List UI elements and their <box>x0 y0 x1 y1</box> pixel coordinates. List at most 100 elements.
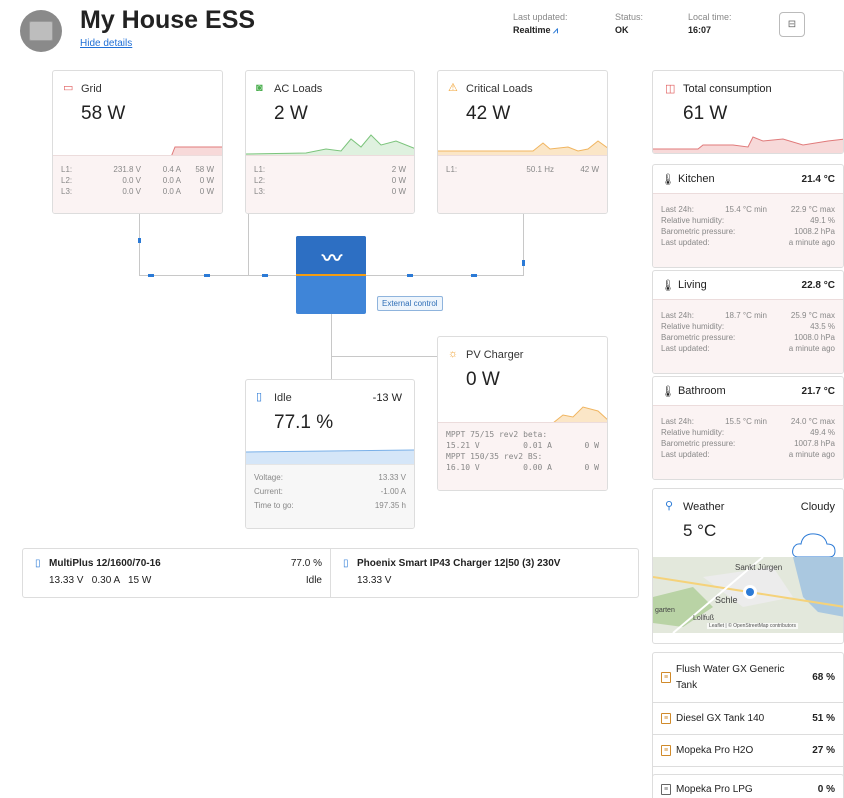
tank-item[interactable]: ≡ Mopeka Pro H2O 27 % <box>653 735 843 767</box>
weather-title: Weather <box>683 501 725 513</box>
pv-details: MPPT 75/15 rev2 beta: 15.21 V 0.01 A0 W M… <box>438 422 607 490</box>
tank-name: Mopeka Pro LPG <box>676 783 753 795</box>
battery-details: Voltage: 13.33 V Current: -1.00 A Time to … <box>246 464 414 528</box>
weather-condition: Cloudy <box>800 501 835 513</box>
critical-loads-title: Critical Loads <box>466 83 533 95</box>
pv-charger-title: PV Charger <box>466 349 524 361</box>
ac-loads-details: L1: 2 W L2: 0 W L3: 0 W <box>246 155 414 213</box>
tank-name: Flush Water GX Generic Tank <box>676 663 785 691</box>
device-values: 13.33 V 0.30 A 15 W <box>49 575 152 586</box>
ac-loads-card[interactable]: ◙ AC Loads 2 W L1: 2 W L2: 0 W L3: 0 W <box>245 70 415 214</box>
device-values: 13.33 V <box>357 575 392 586</box>
total-sparkline <box>653 136 843 153</box>
thermometer-icon: 🌡︎ <box>661 173 675 186</box>
tank-level: 27 % <box>812 745 835 756</box>
grid-details: L1: 231.8 V 0.4 A 58 W L2: 0.0 V 0.0 A0 W L3:… <box>53 155 222 213</box>
tank-icon: ≡ <box>661 713 671 724</box>
tank-icon: ≡ <box>661 783 671 795</box>
map-label: Sankt Jürgen <box>735 563 783 572</box>
status: Status: OK <box>615 12 643 35</box>
battery-icon: ▯ <box>256 391 263 403</box>
grid-icon: ▭ <box>63 82 74 94</box>
tank-name: Diesel GX Tank 140 <box>676 713 765 724</box>
toggle-icon: ⊟ <box>787 19 797 30</box>
sensor-temp: 21.7 °C <box>801 385 835 397</box>
critical-loads-value: 42 W <box>466 103 511 124</box>
ac-loads-sparkline <box>246 134 414 157</box>
local-time-label: Local time: <box>688 12 732 22</box>
critical-loads-details: L1: 50.1 Hz 42 W <box>438 155 607 213</box>
sensor-details: Last 24h: 15.5 °C min 24.0 °C max Relative… <box>653 405 843 479</box>
pv-sparkline <box>438 406 607 425</box>
weather-map[interactable]: Sankt Jürgen Schle Lollfuß garten Leafle… <box>653 557 843 633</box>
device-soc: 77.0 % <box>290 558 322 569</box>
weather-card[interactable]: ⚲ Weather Cloudy 5 °C Sankt Jürgen Schle… <box>652 488 844 644</box>
battery-power: -13 W <box>372 392 402 404</box>
last-updated-value: Realtime <box>513 25 551 35</box>
sensor-details: Last 24h: 18.7 °C min 25.9 °C max Relative… <box>653 299 843 373</box>
pv-charger-value: 0 W <box>466 369 500 390</box>
tank-item[interactable]: ≡ Mopeka Pro LPG 0 % <box>652 774 844 798</box>
device-multiplus[interactable]: ▯ MultiPlus 12/1600/70-16 77.0 % 13.33 V… <box>23 549 331 597</box>
battery-soc: 77.1 % <box>274 412 334 433</box>
ac-loads-value: 2 W <box>274 103 308 124</box>
grid-value: 58 W <box>81 103 126 124</box>
status-value: OK <box>615 25 629 35</box>
critical-loads-card[interactable]: ⚠ Critical Loads 42 W L1: 50.1 Hz 42 W <box>437 70 608 214</box>
devices-panel: ▯ MultiPlus 12/1600/70-16 77.0 % 13.33 V… <box>22 548 639 598</box>
thermometer-icon: 🌡︎ <box>661 279 675 292</box>
location-pin-icon: ⚲ <box>665 500 674 512</box>
grid-title: Grid <box>81 83 102 95</box>
sensor-temp: 21.4 °C <box>801 173 835 185</box>
tank-item[interactable]: ≡ Diesel GX Tank 140 51 % <box>653 703 843 735</box>
victron-logo-icon: 〰 <box>322 248 342 270</box>
ac-loads-title: AC Loads <box>274 83 323 95</box>
toggle-view-button[interactable]: ⊟ <box>779 12 805 37</box>
tank-name: Mopeka Pro H2O <box>676 745 754 756</box>
local-time: Local time: 16:07 <box>688 12 732 35</box>
ac-loads-icon: ◙ <box>256 82 263 94</box>
total-consumption-title: Total consumption <box>683 83 772 95</box>
site-avatar <box>20 10 62 52</box>
weather-temp: 5 °C <box>683 521 717 540</box>
device-name: Phoenix Smart IP43 Charger 12|50 (3) 230… <box>357 558 561 569</box>
battery-card[interactable]: ▯ Idle -13 W 77.1 % Voltage: 13.33 V Curr… <box>245 379 415 529</box>
map-marker[interactable] <box>743 585 757 599</box>
sensor-bathroom[interactable]: 🌡︎ Bathroom 21.7 °C Last 24h: 15.5 °C min 24… <box>652 376 844 480</box>
tank-icon: ≡ <box>661 672 671 683</box>
sensor-living[interactable]: 🌡︎ Living 22.8 °C Last 24h: 18.7 °C min 25.9… <box>652 270 844 374</box>
cloud-icon <box>792 533 836 558</box>
sun-icon: ☼ <box>448 348 459 360</box>
map-label: garten <box>655 607 675 614</box>
device-name: MultiPlus 12/1600/70-16 <box>49 558 161 569</box>
hide-details-link[interactable]: Hide details <box>80 38 132 49</box>
sensor-kitchen[interactable]: 🌡︎ Kitchen 21.4 °C Last 24h: 15.4 °C min 22.… <box>652 164 844 268</box>
tank-level: 68 % <box>812 672 835 683</box>
tank-item[interactable]: ≡ Flush Water GX Generic Tank 68 % <box>653 653 843 703</box>
sensor-details: Last 24h: 15.4 °C min 22.9 °C max Relative… <box>653 193 843 267</box>
sensor-name: Kitchen <box>677 173 715 185</box>
last-updated: Last updated: Realtime ⩘ <box>513 12 568 36</box>
battery-sparkline <box>246 449 414 466</box>
total-consumption-value: 61 W <box>683 103 728 124</box>
tank-level: 0 % <box>817 783 835 795</box>
realtime-icon: ⩘ <box>553 25 559 35</box>
status-label: Status: <box>615 12 644 22</box>
inverter-unit[interactable]: 〰 <box>296 236 366 314</box>
tank-level: 51 % <box>812 713 835 724</box>
consumption-icon: ◫ <box>665 83 676 95</box>
local-time-value: 16:07 <box>688 25 712 35</box>
warning-icon: ⚠ <box>448 82 458 94</box>
page-title: My House ESS <box>80 6 256 34</box>
critical-loads-sparkline <box>438 140 607 157</box>
tank-icon: ≡ <box>661 745 671 756</box>
pv-charger-card[interactable]: ☼ PV Charger 0 W MPPT 75/15 rev2 beta: 1… <box>437 336 608 491</box>
battery-icon: ▯ <box>35 558 41 569</box>
map-label: Schle <box>715 595 738 605</box>
map-attribution[interactable]: Leaflet | © OpenStreetMap contributors <box>707 623 798 629</box>
device-phoenix-charger[interactable]: ▯ Phoenix Smart IP43 Charger 12|50 (3) 2… <box>331 549 638 597</box>
battery-state: Idle <box>274 392 292 404</box>
grid-card[interactable]: ▭ Grid 58 W L1: 231.8 V 0.4 A 58 W L2: 0.0 V… <box>52 70 223 214</box>
thermometer-icon: 🌡︎ <box>661 385 675 398</box>
total-consumption-card[interactable]: ◫ Total consumption 61 W <box>652 70 844 154</box>
